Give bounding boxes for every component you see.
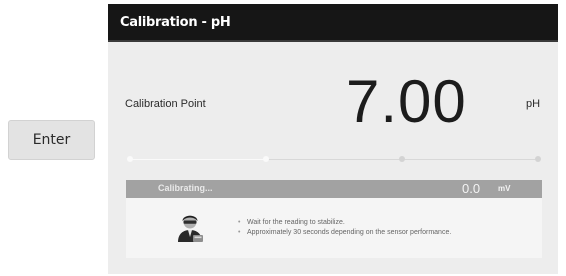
calibration-point-label: Calibration Point [125, 98, 206, 110]
calibration-status-panel: Calibrating... 0.0 mV Wait for the readi… [126, 180, 542, 258]
status-header: Calibrating... 0.0 mV [126, 180, 542, 198]
screen-title: Calibration - pH [120, 15, 231, 30]
status-message: Calibrating... [158, 183, 213, 193]
progress-step-4 [535, 156, 541, 162]
progress-fill [130, 159, 266, 160]
instruction-list: Wait for the reading to stabilize. Appro… [238, 218, 451, 238]
instruction-item: Approximately 30 seconds depending on th… [238, 228, 451, 238]
progress-step-1 [127, 156, 133, 162]
title-bar: Calibration - pH [108, 4, 558, 42]
calibration-unit: pH [526, 98, 541, 110]
calibration-point-value: 7.00 [346, 68, 467, 135]
technician-icon [178, 215, 203, 242]
enter-button[interactable]: Enter [8, 120, 95, 160]
calibration-screen: Calibration - pH Calibration Point 7.00 … [108, 4, 558, 274]
mv-reading-value: 0.0 [462, 181, 481, 196]
progress-step-3 [399, 156, 405, 162]
instruction-item: Wait for the reading to stabilize. [238, 218, 451, 228]
progress-step-2 [263, 156, 269, 162]
mv-reading-unit: mV [498, 184, 511, 193]
